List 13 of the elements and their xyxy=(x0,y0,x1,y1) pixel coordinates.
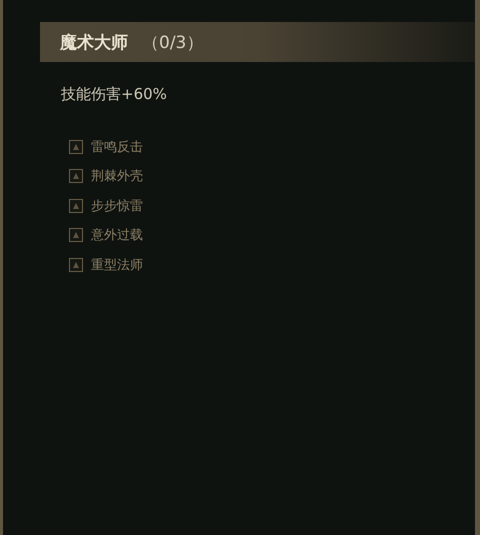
title: 魔术大师 xyxy=(60,32,128,54)
skill-name: 荆棘外壳 xyxy=(91,168,143,186)
skill-name: 雷鸣反击 xyxy=(91,138,143,156)
progress-count: （0/3） xyxy=(142,32,204,54)
skill-name: 意外过载 xyxy=(91,227,143,244)
skill-icon xyxy=(69,228,83,242)
skill-icon xyxy=(69,169,83,184)
effect-text: 技能伤害+60% xyxy=(61,85,168,104)
skill-name: 重型法师 xyxy=(91,256,143,274)
skill-name: 步步惊雷 xyxy=(91,198,143,215)
skill-icon xyxy=(69,140,83,154)
skill-icon xyxy=(69,198,83,213)
skill-icon xyxy=(69,258,83,272)
